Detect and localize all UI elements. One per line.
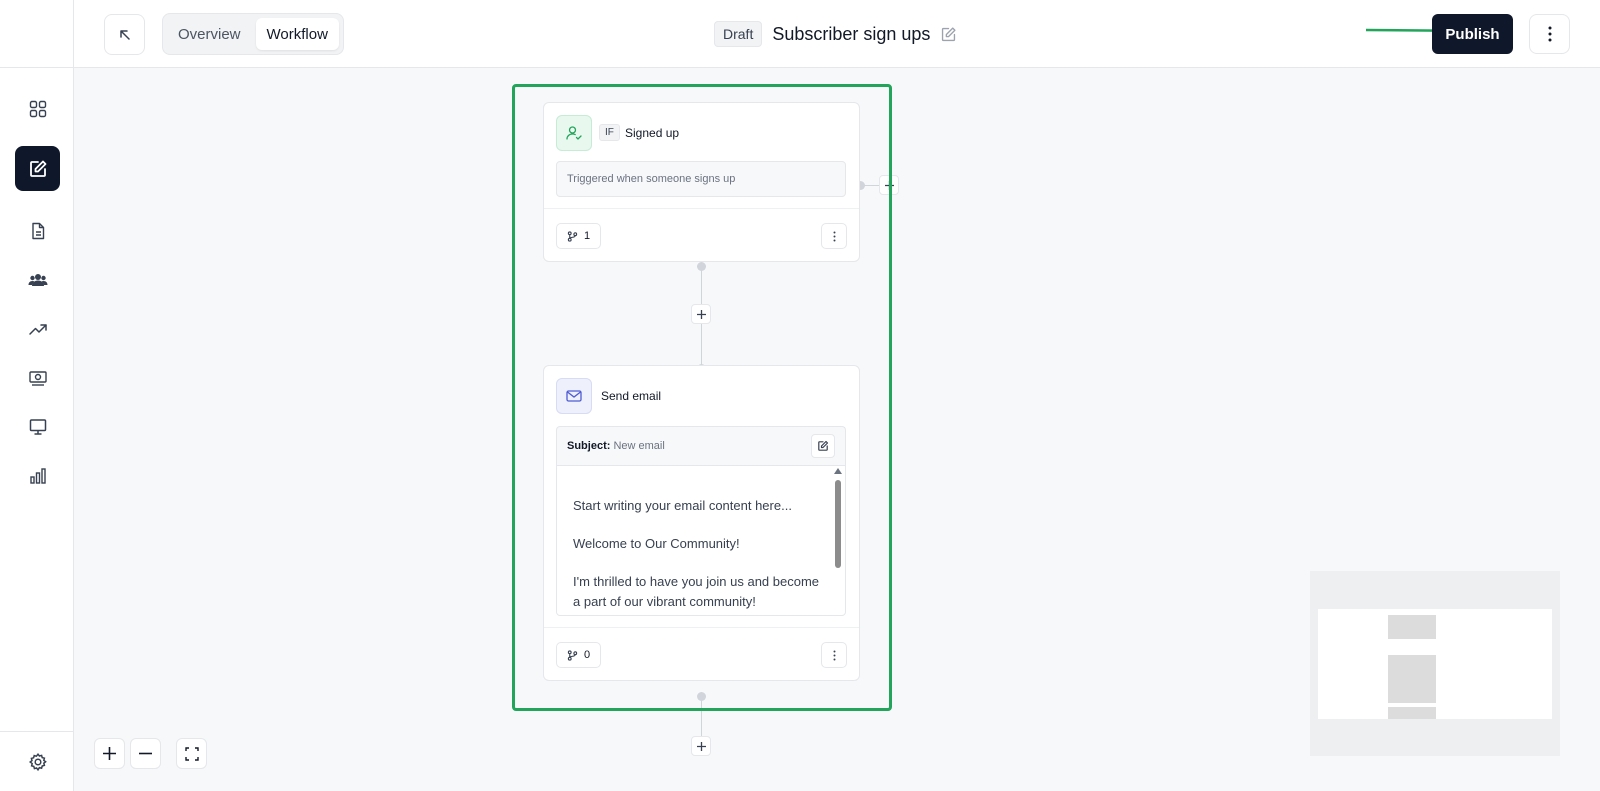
minimap-viewport[interactable] (1318, 609, 1552, 719)
mail-icon (566, 390, 582, 402)
node-options-button[interactable] (821, 223, 847, 249)
node-options-button[interactable] (821, 642, 847, 668)
trigger-node-card[interactable]: IF Signed up Triggered when someone sign… (543, 102, 860, 262)
add-step-button[interactable] (691, 736, 711, 756)
minimap-node (1388, 707, 1436, 719)
sidebar-item-analytics[interactable] (15, 453, 60, 498)
bar-chart-icon (29, 467, 46, 484)
more-options-button[interactable] (1529, 14, 1570, 54)
email-node-title: Send email (601, 389, 662, 403)
edit-title-icon[interactable] (940, 26, 957, 43)
fullscreen-icon (184, 746, 199, 761)
arrow-up-left-icon (119, 29, 130, 40)
trigger-node-icon (556, 115, 592, 151)
if-badge: IF (599, 124, 620, 141)
sidebar-item-growth[interactable] (15, 306, 60, 351)
scroll-thumb[interactable] (835, 480, 841, 568)
users-icon (28, 273, 47, 286)
branch-count-button[interactable]: 0 (556, 642, 602, 668)
tab-workflow[interactable]: Workflow (255, 18, 339, 50)
money-icon (28, 370, 47, 386)
dashboard-grid-icon (29, 100, 46, 117)
email-paragraph: Start writing your email content here... (573, 498, 792, 513)
connector-dot (697, 262, 706, 271)
add-step-button[interactable] (691, 304, 711, 324)
workflow-canvas[interactable]: IF Signed up Triggered when someone sign… (74, 68, 1600, 791)
user-check-icon (566, 126, 582, 140)
tab-overview[interactable]: Overview (167, 18, 252, 50)
branch-count: 1 (584, 230, 591, 242)
minimap-node (1388, 655, 1436, 703)
edit-email-button[interactable] (811, 434, 835, 458)
more-vertical-icon (833, 650, 835, 660)
plus-icon (696, 309, 706, 319)
zoom-out-button[interactable] (130, 738, 161, 769)
sidebar-footer (0, 731, 74, 791)
sidebar-item-website[interactable] (15, 404, 60, 449)
email-node-icon (556, 378, 592, 414)
minimap-node (1388, 615, 1436, 639)
publish-button[interactable]: Publish (1432, 14, 1513, 54)
git-branch-icon (567, 649, 578, 661)
zoom-in-button[interactable] (94, 738, 125, 769)
view-tabs: Overview Workflow (162, 13, 344, 55)
settings-gear-icon (28, 752, 47, 771)
subject-value: New email (613, 440, 665, 452)
sidebar-item-settings[interactable] (15, 739, 60, 784)
workflow-title-group: Draft Subscriber sign ups (714, 21, 957, 47)
document-icon (31, 222, 44, 239)
scroll-up-arrow[interactable] (834, 468, 842, 474)
more-vertical-icon (1548, 26, 1551, 42)
email-node-card[interactable]: Send email Subject: New email Start writ… (543, 365, 860, 681)
sidebar-item-monetization[interactable] (15, 355, 60, 400)
trigger-node-footer: 1 (544, 208, 859, 261)
sidebar (0, 0, 74, 791)
sidebar-item-editor[interactable] (15, 146, 60, 191)
sidebar-item-dashboard[interactable] (15, 86, 60, 131)
branch-count-button[interactable]: 1 (556, 223, 602, 249)
add-branch-button[interactable] (879, 175, 899, 195)
subject-label: Subject: (567, 440, 611, 452)
back-button[interactable] (104, 14, 145, 55)
status-badge: Draft (714, 21, 763, 47)
minus-icon (139, 752, 152, 755)
minimap[interactable] (1310, 571, 1560, 756)
trending-up-icon (28, 323, 47, 335)
email-content-preview[interactable]: Start writing your email content here...… (556, 465, 846, 616)
email-body-text: Start writing your email content here...… (573, 496, 828, 615)
sidebar-header (0, 0, 73, 68)
connector-dot (697, 692, 706, 701)
email-paragraph: I'm thrilled to have you join us and bec… (573, 574, 820, 609)
email-node-footer: 0 (544, 627, 859, 680)
monitor-icon (29, 418, 46, 435)
edit-square-icon (29, 160, 46, 177)
top-bar: Overview Workflow Draft Subscriber sign … (74, 0, 1600, 68)
plus-icon (884, 180, 894, 190)
subject-row: Subject: New email (556, 426, 846, 465)
edit-icon (818, 440, 829, 451)
trigger-node-title: Signed up (625, 126, 680, 140)
branch-count: 0 (584, 649, 591, 661)
more-vertical-icon (833, 231, 835, 241)
fit-view-button[interactable] (176, 738, 207, 769)
plus-icon (103, 747, 116, 760)
email-paragraph: Welcome to Our Community! (573, 536, 740, 551)
git-branch-icon (567, 230, 578, 242)
page-title: Subscriber sign ups (772, 23, 931, 44)
sidebar-item-documents[interactable] (15, 208, 60, 253)
trigger-description: Triggered when someone signs up (556, 161, 846, 197)
email-scrollbar[interactable] (834, 468, 842, 613)
plus-icon (696, 741, 706, 751)
sidebar-item-audience[interactable] (15, 257, 60, 302)
